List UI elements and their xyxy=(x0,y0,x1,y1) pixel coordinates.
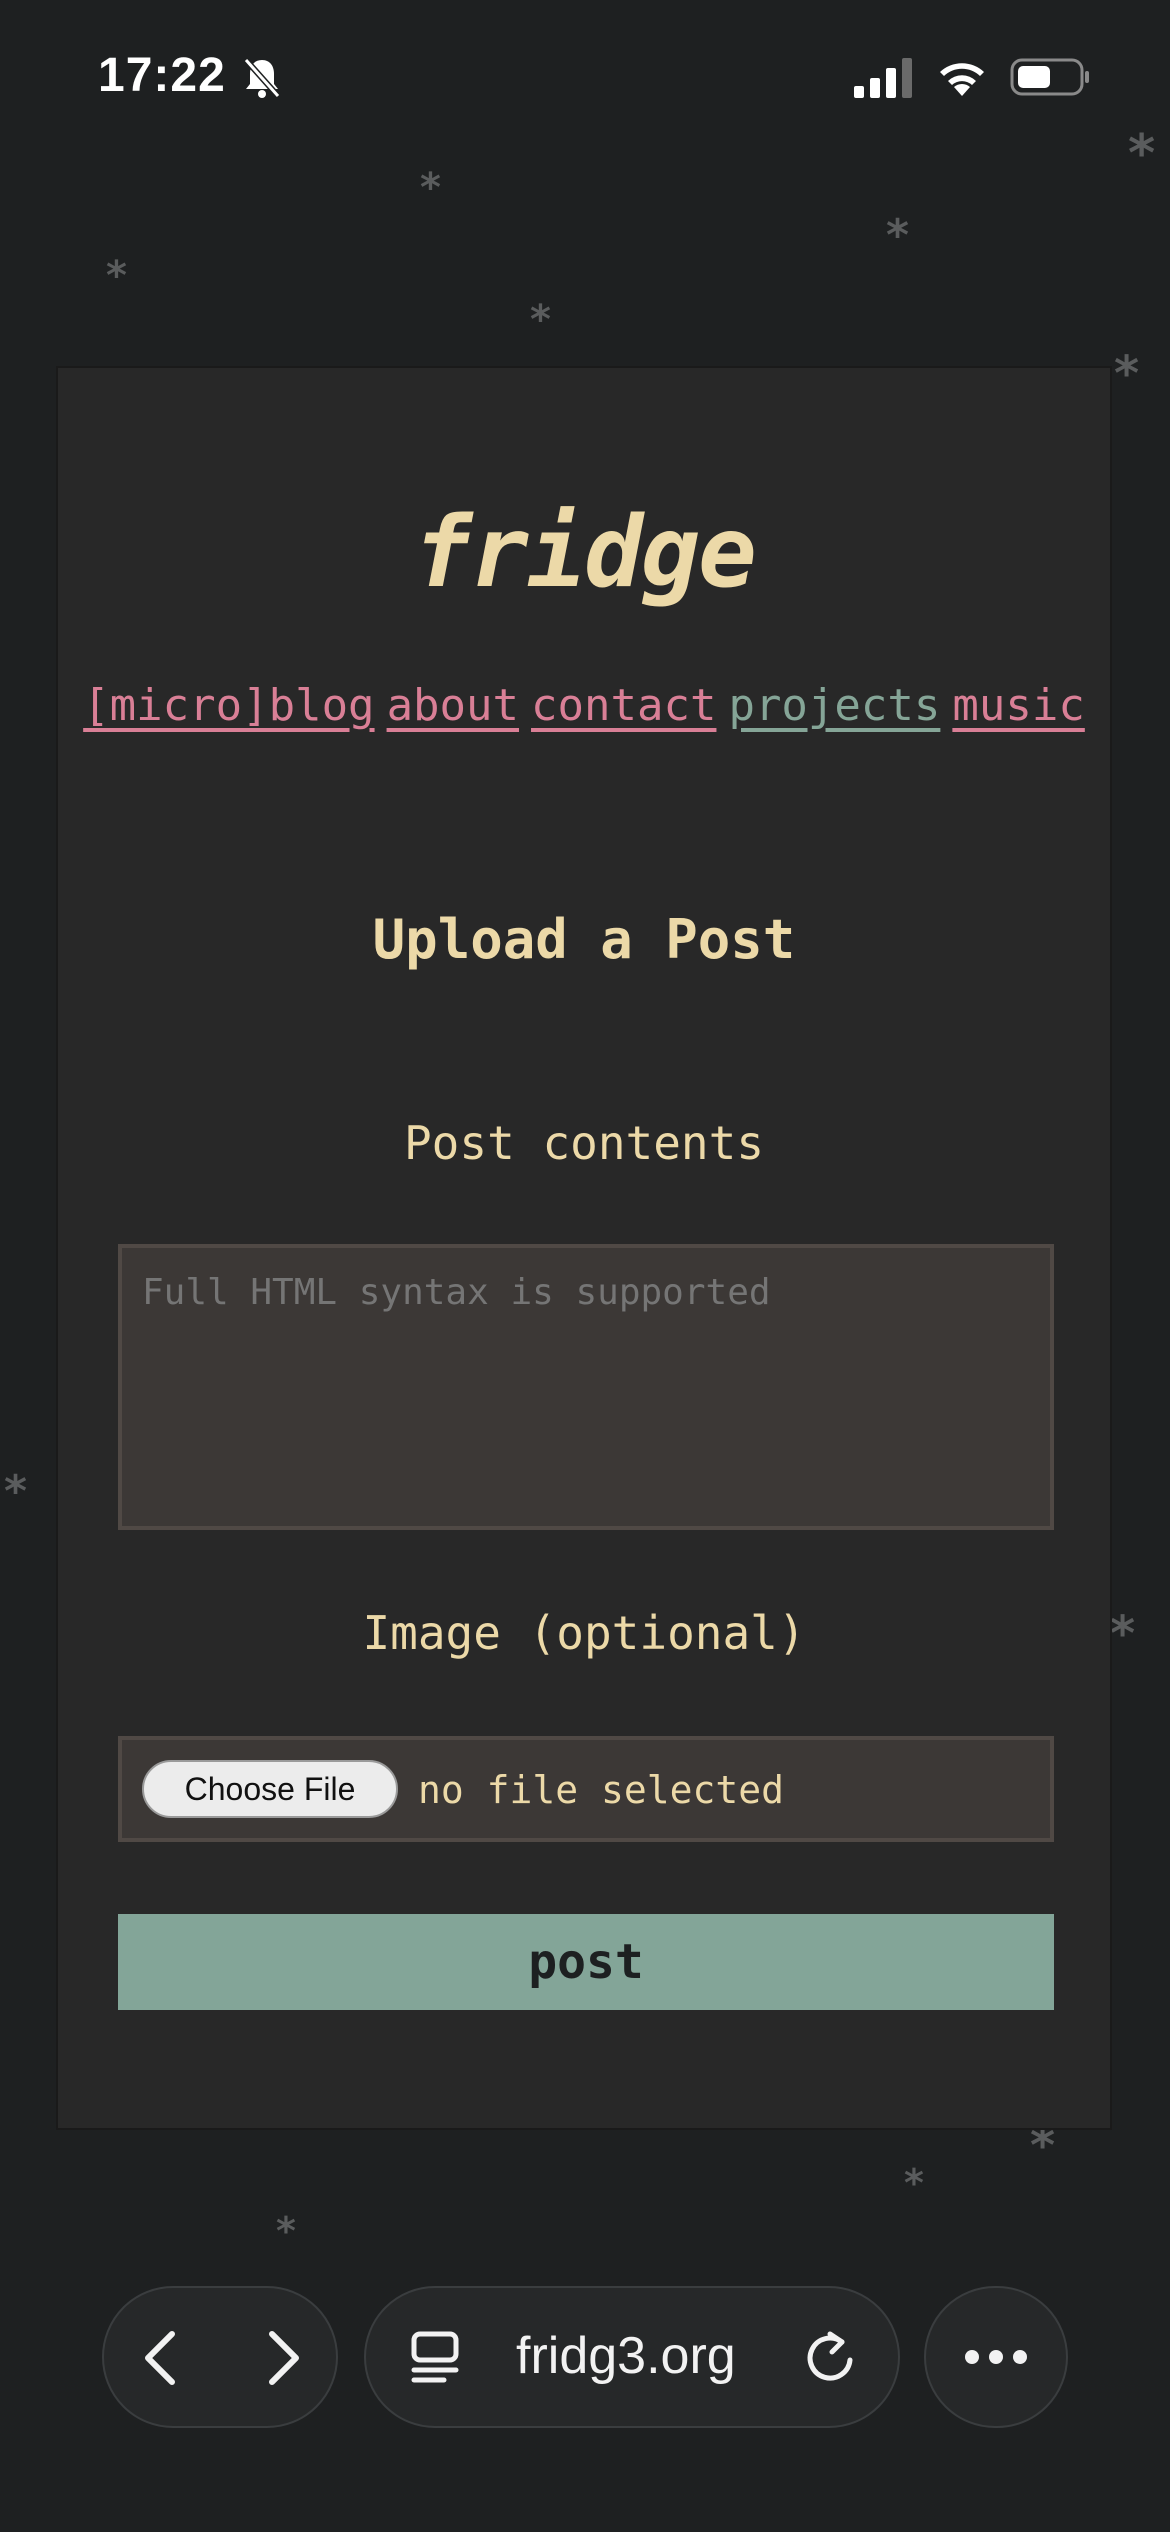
tabs-icon[interactable] xyxy=(410,2330,460,2386)
nav-link-microblog[interactable]: [micro]blog xyxy=(83,680,374,731)
forward-icon[interactable] xyxy=(262,2328,306,2388)
nav-link-projects[interactable]: projects xyxy=(728,680,940,731)
status-bar: 17:22 xyxy=(0,0,1170,150)
snowflake-icon: * xyxy=(886,210,910,261)
page-heading: Upload a Post xyxy=(372,908,796,971)
site-title: fridge xyxy=(412,496,757,610)
snowflake-icon: * xyxy=(904,2161,924,2205)
bell-slash-icon xyxy=(243,58,281,98)
back-icon[interactable] xyxy=(138,2328,182,2388)
address-bar[interactable]: fridg3.org xyxy=(364,2286,900,2428)
snowflake-icon: * xyxy=(4,1466,28,1517)
wifi-icon xyxy=(940,63,984,96)
url-text: fridg3.org xyxy=(516,2327,736,2385)
snowflake-icon: * xyxy=(1128,124,1156,184)
status-time: 17:22 xyxy=(98,49,226,102)
image-file-input[interactable]: Choose File no file selected xyxy=(118,1736,1054,1842)
file-status-text: no file selected xyxy=(418,1768,785,1812)
signal-icon xyxy=(854,58,912,98)
nav-link-about[interactable]: about xyxy=(387,680,519,731)
snowflake-icon: * xyxy=(420,165,441,211)
nav-link-contact[interactable]: contact xyxy=(531,680,716,731)
snowflake-icon: * xyxy=(1110,1606,1136,1662)
battery-icon xyxy=(1010,58,1089,96)
more-icon xyxy=(965,2350,1027,2364)
snowflake-icon: * xyxy=(530,297,551,343)
post-contents-label: Post contents xyxy=(403,1116,765,1170)
site-nav: [micro]blog about contact projects music xyxy=(58,680,1110,731)
choose-file-button[interactable]: Choose File xyxy=(142,1760,398,1818)
snowflake-icon: * xyxy=(106,253,127,299)
more-menu-button[interactable] xyxy=(924,2286,1068,2428)
post-button[interactable]: post xyxy=(118,1914,1054,2010)
reload-icon[interactable] xyxy=(802,2328,858,2388)
image-label: Image (optional) xyxy=(362,1606,806,1660)
post-contents-textarea[interactable] xyxy=(118,1244,1054,1530)
history-nav-pill xyxy=(102,2286,338,2428)
nav-link-music[interactable]: music xyxy=(952,680,1084,731)
snowflake-icon: * xyxy=(1114,346,1140,402)
content-card: fridge [micro]blog about contact projects mu… xyxy=(56,366,1112,2130)
snowflake-icon: * xyxy=(276,2209,296,2253)
